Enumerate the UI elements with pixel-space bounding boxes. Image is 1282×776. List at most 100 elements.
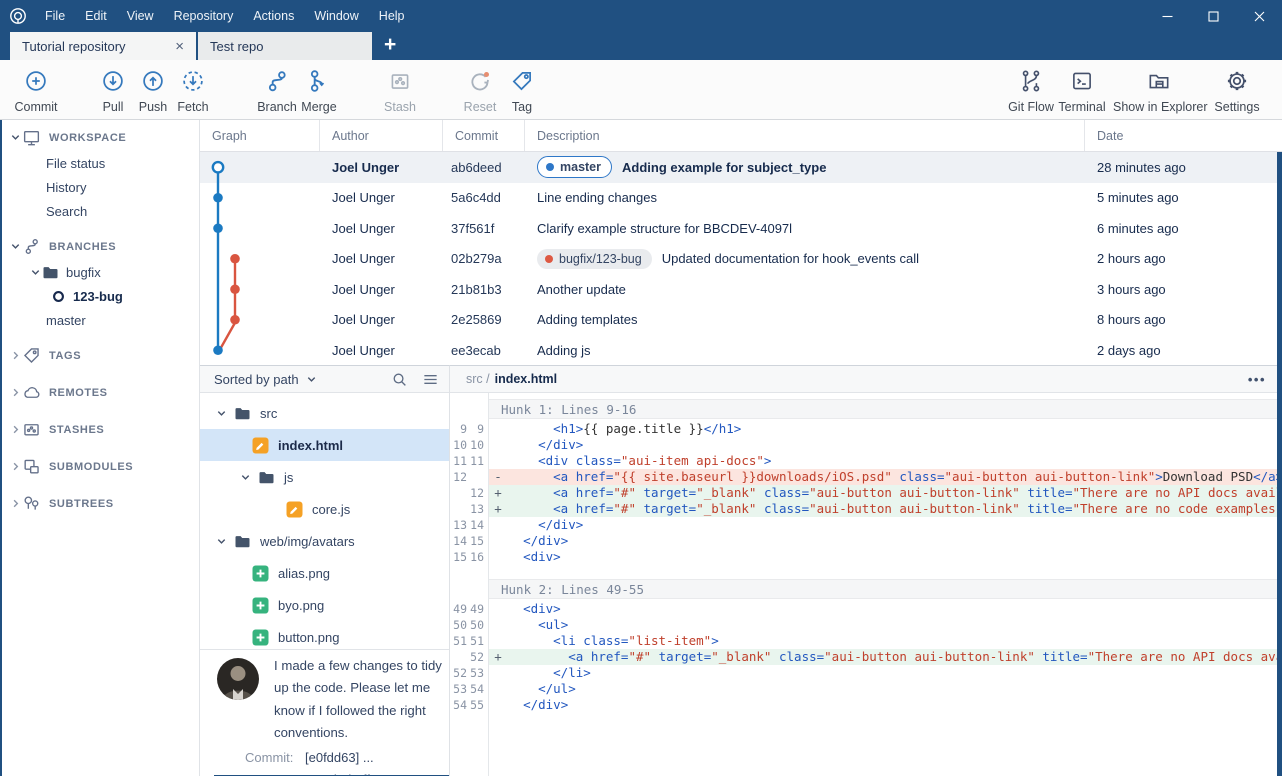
tree-file-byo-png[interactable]: byo.png [200, 589, 449, 621]
monitor-icon [22, 128, 41, 147]
column-header-graph[interactable]: Graph [200, 120, 320, 151]
sidebar-section-submodules[interactable]: SUBMODULES [0, 453, 199, 480]
tree-file-core-js[interactable]: core.js [200, 493, 449, 525]
chevron-down-icon [214, 536, 228, 547]
branch-ring-icon [52, 290, 65, 303]
menu-file[interactable]: File [35, 0, 75, 32]
history-row[interactable]: Joel Unger 2e25869 Adding templates 8 ho… [200, 305, 1282, 336]
commit-label: Commit: [245, 750, 305, 765]
sidebar-section-branches[interactable]: BRANCHES [0, 233, 199, 260]
new-tab-button[interactable]: + [372, 32, 408, 60]
toolbar-push-button[interactable]: Push [131, 67, 175, 114]
menu-edit[interactable]: Edit [75, 0, 117, 32]
tree-folder-src[interactable]: src [200, 397, 449, 429]
menu-view[interactable]: View [117, 0, 164, 32]
added-file-icon [252, 629, 269, 646]
folder-icon [42, 265, 59, 280]
sidebar-item-master[interactable]: master [0, 308, 199, 332]
history-panel: GraphAuthorCommitDescriptionDate Joel Un… [200, 120, 1282, 365]
maximize-button[interactable] [1190, 0, 1236, 32]
diff-line: 5455 </div> [450, 697, 1282, 713]
commit-graph [200, 152, 320, 365]
sort-dropdown[interactable]: Sorted by path [214, 372, 299, 387]
gutter-divider [488, 393, 489, 776]
explorer-icon [1113, 67, 1205, 95]
chevron-down-icon [8, 132, 22, 143]
reset-icon [456, 67, 504, 95]
stash-icon [374, 67, 426, 95]
diff-line: 1010 </div> [450, 437, 1282, 453]
menu-window[interactable]: Window [304, 0, 368, 32]
diff-line: 1516 <div> [450, 549, 1282, 565]
history-row[interactable]: Joel Unger ab6deed masterAdding example … [200, 152, 1282, 183]
close-tab-icon[interactable]: × [173, 39, 186, 54]
title-bar: FileEditViewRepositoryActionsWindowHelp [0, 0, 1282, 32]
toolbar-stash-button[interactable]: Stash [374, 67, 426, 114]
toolbar-settings-button[interactable]: Settings [1212, 67, 1262, 114]
toolbar-merge-button[interactable]: Merge [296, 67, 342, 114]
sidebar-section-workspace[interactable]: WORKSPACE [0, 124, 199, 151]
column-header-author[interactable]: Author [320, 120, 443, 151]
toolbar-commit-button[interactable]: Commit [8, 67, 64, 114]
push-icon [131, 67, 175, 95]
history-row[interactable]: Joel Unger 37f561f Clarify example struc… [200, 213, 1282, 244]
tree-folder-web-img-avatars[interactable]: web/img/avatars [200, 525, 449, 557]
sidebar-branch-folder-bugfix[interactable]: bugfix [0, 260, 199, 284]
toolbar-pull-button[interactable]: Pull [91, 67, 135, 114]
toolbar: Commit Pull Push Fetch Branch Merge Stas… [0, 60, 1282, 120]
file-tree: src index.html js core.js web/img/avatar… [200, 393, 449, 649]
tree-file-index-html[interactable]: index.html [200, 429, 449, 461]
toolbar-fetch-button[interactable]: Fetch [171, 67, 215, 114]
sourcetree-logo-icon [9, 7, 27, 25]
column-header-date[interactable]: Date [1085, 120, 1282, 151]
repo-tab-bar: Tutorial repository × Test repo + [0, 32, 1282, 60]
diff-line: 5354 </ul> [450, 681, 1282, 697]
sidebar-item-file-status[interactable]: File status [0, 151, 199, 175]
sidebar-section-tags[interactable]: TAGS [0, 342, 199, 369]
repo-tab-test-repo[interactable]: Test repo [198, 32, 372, 60]
minimize-button[interactable] [1144, 0, 1190, 32]
merge-icon [296, 67, 342, 95]
tree-file-button-png[interactable]: button.png [200, 621, 449, 649]
chevron-down-icon [214, 408, 228, 419]
diff-line: 4949 <div> [450, 601, 1282, 617]
sidebar-section-subtrees[interactable]: SUBTREES [0, 490, 199, 517]
menu-help[interactable]: Help [369, 0, 415, 32]
branch-badge: master [537, 156, 612, 178]
sidebar-section-stashes[interactable]: STASHES [0, 416, 199, 443]
history-row[interactable]: Joel Unger 5a6c4dd Line ending changes 5… [200, 183, 1282, 214]
sidebar-item-search[interactable]: Search [0, 199, 199, 223]
sidebar-branch-123-bug[interactable]: 123-bug [0, 284, 199, 308]
search-icon[interactable] [391, 371, 408, 388]
history-row[interactable]: Joel Unger ee3ecab Adding js 2 days ago [200, 335, 1282, 365]
toolbar-show-in-explorer-button[interactable]: Show in Explorer [1113, 67, 1205, 114]
gitflow-icon [1005, 67, 1057, 95]
menu-icon[interactable] [422, 371, 439, 388]
toolbar-branch-button[interactable]: Branch [252, 67, 302, 114]
diff-line: 12 - <a href="{{ site.baseurl }}download… [450, 469, 1282, 485]
tree-file-alias-png[interactable]: alias.png [200, 557, 449, 589]
chevron-down-icon[interactable] [306, 374, 317, 385]
toolbar-reset-button[interactable]: Reset [456, 67, 504, 114]
sidebar-item-history[interactable]: History [0, 175, 199, 199]
branch-icon [252, 67, 302, 95]
sidebar-section-remotes[interactable]: REMOTES [0, 379, 199, 406]
more-options-button[interactable]: ••• [1248, 372, 1266, 387]
tree-folder-js[interactable]: js [200, 461, 449, 493]
diff-line: 12 + <a href="#" target="_blank" class="… [450, 485, 1282, 501]
column-header-description[interactable]: Description [525, 120, 1085, 151]
vertical-scrollbar[interactable] [1277, 152, 1282, 776]
menu-repository[interactable]: Repository [164, 0, 244, 32]
close-button[interactable] [1236, 0, 1282, 32]
toolbar-terminal-button[interactable]: Terminal [1056, 67, 1108, 114]
column-header-commit[interactable]: Commit [443, 120, 525, 151]
modified-file-icon [286, 501, 303, 518]
history-row[interactable]: Joel Unger 21b81b3 Another update 3 hour… [200, 274, 1282, 305]
repo-tab-tutorial-repository[interactable]: Tutorial repository × [10, 32, 196, 60]
toolbar-tag-button[interactable]: Tag [502, 67, 542, 114]
chevron-right-icon [8, 350, 22, 361]
menu-actions[interactable]: Actions [243, 0, 304, 32]
toolbar-git-flow-button[interactable]: Git Flow [1005, 67, 1057, 114]
history-row[interactable]: Joel Unger 02b279a bugfix/123-bugUpdated… [200, 244, 1282, 275]
terminal-icon [1056, 67, 1108, 95]
